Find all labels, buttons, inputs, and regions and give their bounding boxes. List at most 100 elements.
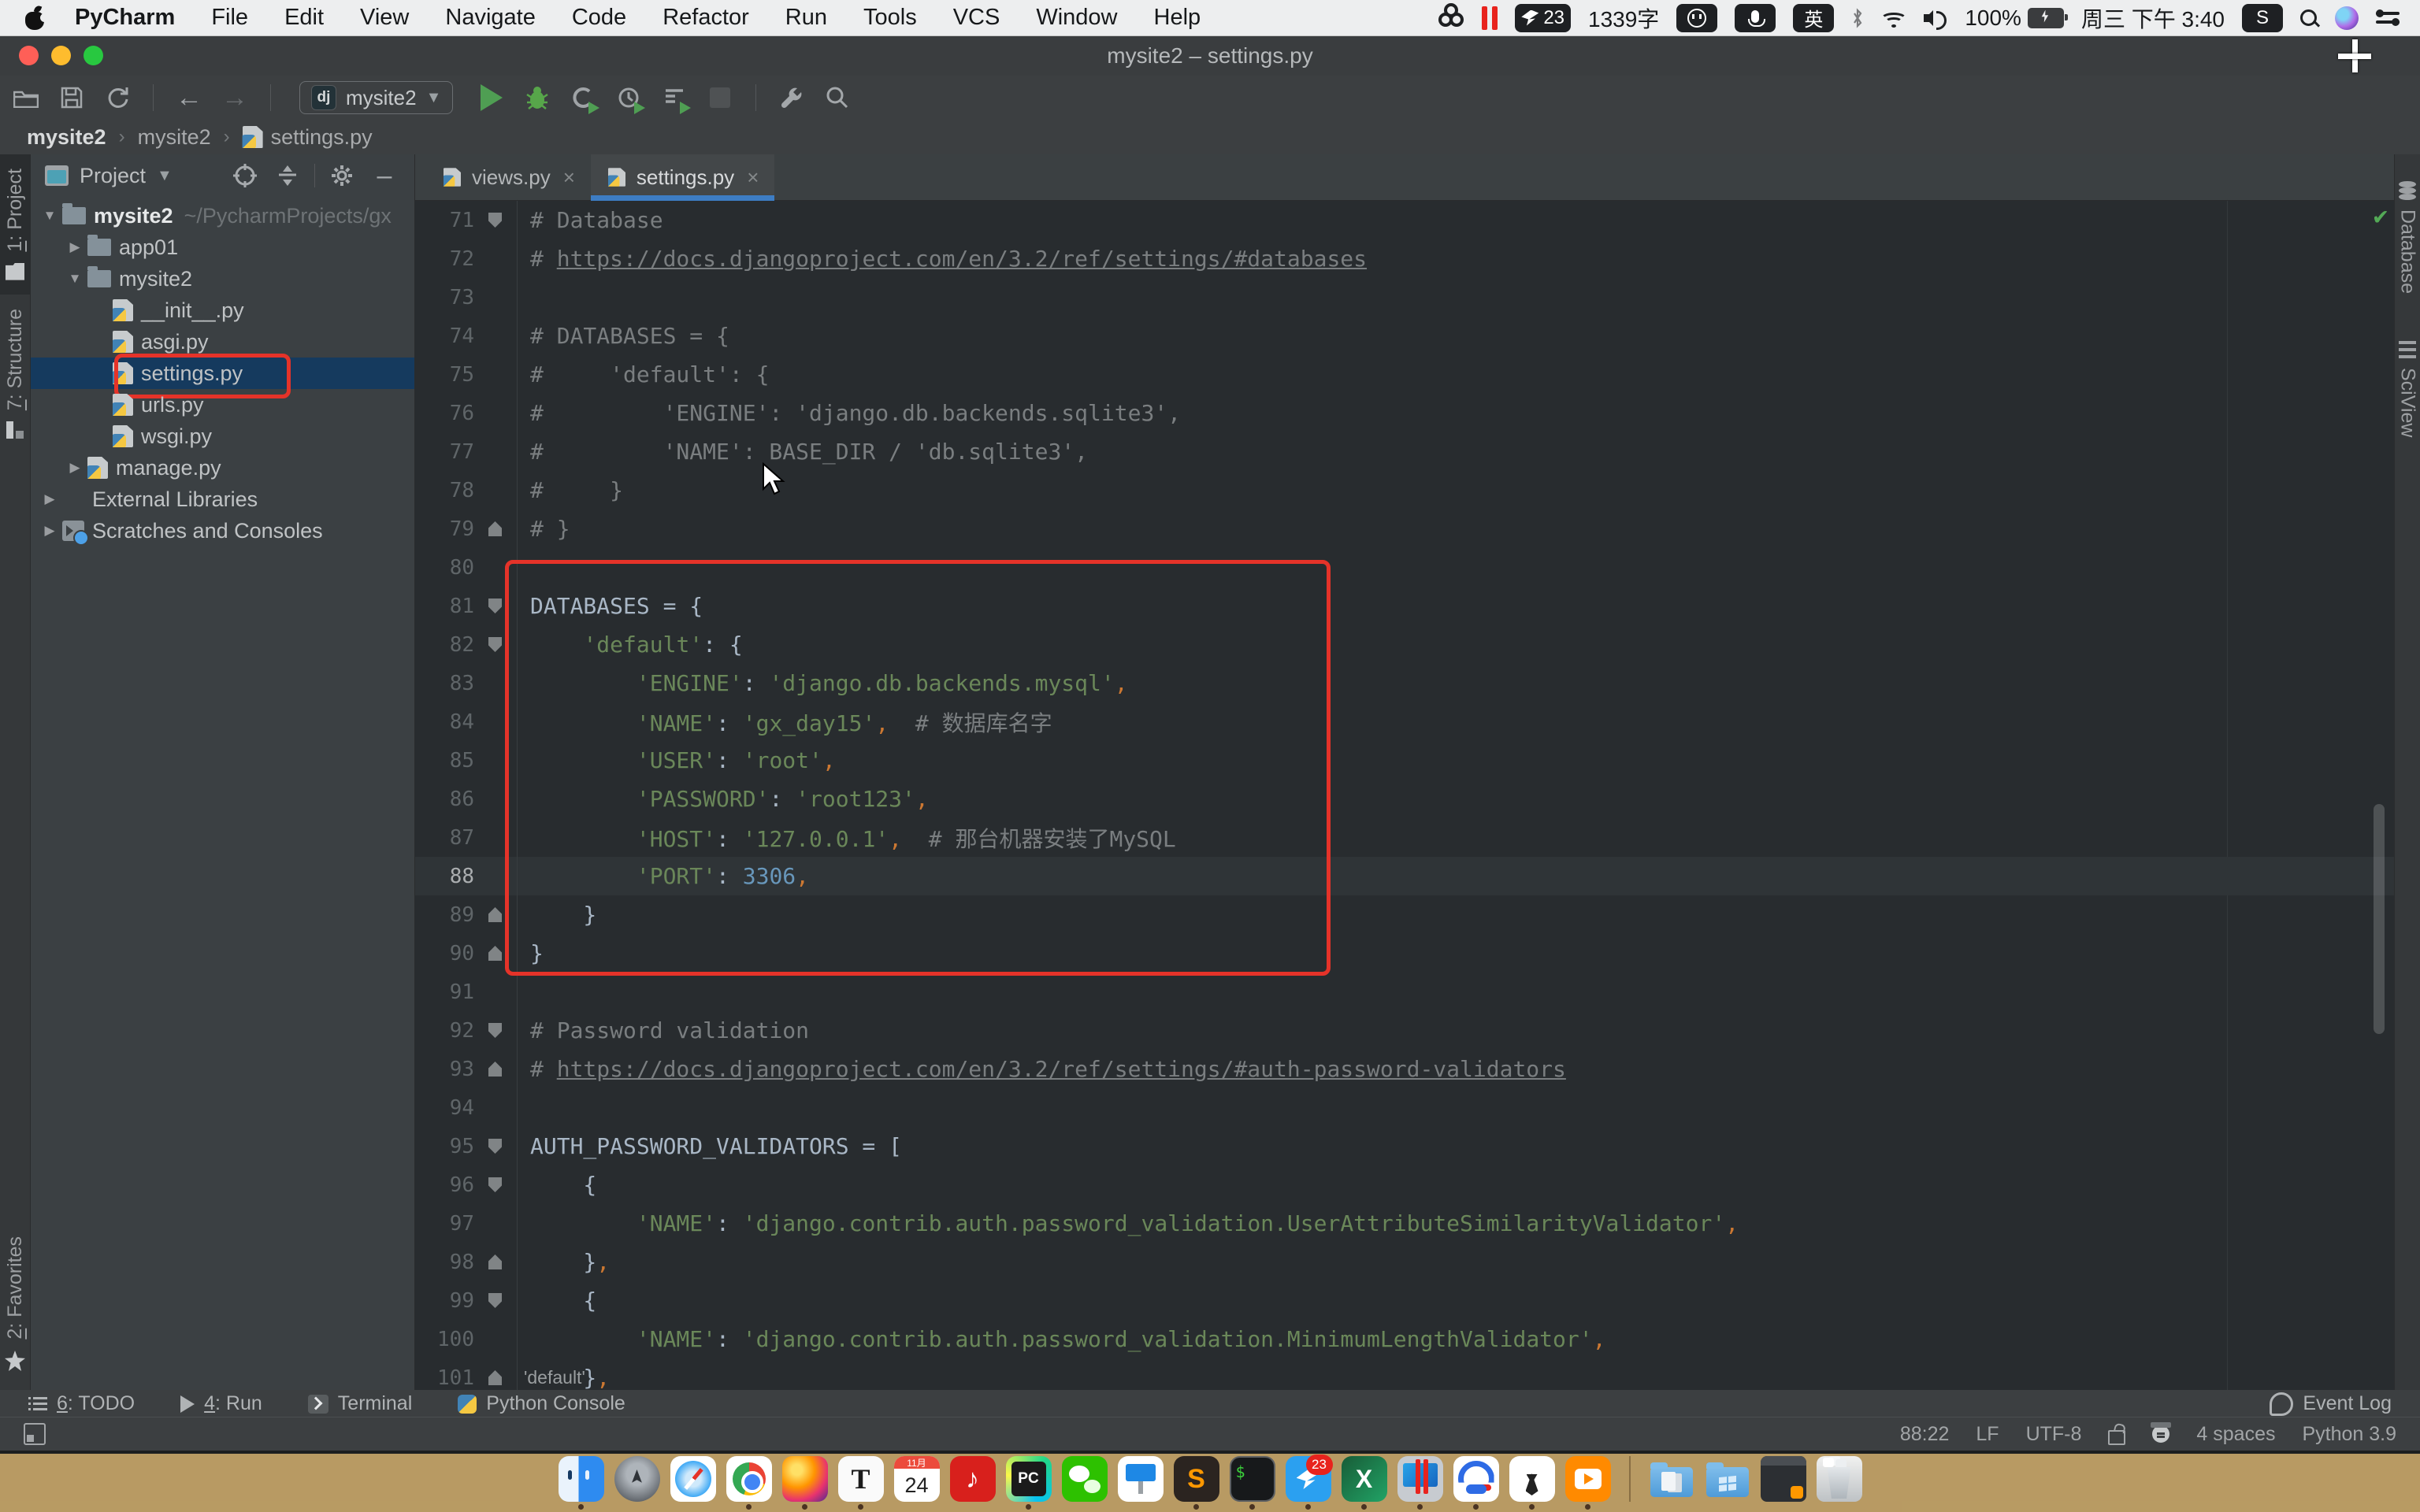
- caret-position[interactable]: 88:22: [1900, 1423, 1950, 1446]
- fold-end-icon[interactable]: [488, 1370, 502, 1385]
- tool-strip-button-structure[interactable]: 7: Structure: [0, 295, 30, 453]
- tree-row-wsgi-py[interactable]: wsgi.py: [31, 421, 414, 452]
- code-line[interactable]: 90}: [415, 934, 2394, 973]
- code-line[interactable]: 72# https://docs.djangoproject.com/en/3.…: [415, 239, 2394, 278]
- chevron-down-icon[interactable]: ▼: [157, 167, 173, 185]
- file-encoding[interactable]: UTF-8: [2026, 1423, 2082, 1446]
- tree-row-settings-py[interactable]: settings.py: [31, 358, 414, 389]
- unlock-icon[interactable]: [2108, 1430, 2125, 1445]
- tree-row---init---py[interactable]: __init__.py: [31, 295, 414, 326]
- chevron-down-icon[interactable]: ▼: [37, 208, 62, 224]
- tool-strip-button-database[interactable]: Database: [2396, 181, 2419, 294]
- breadcrumb-item[interactable]: mysite2: [138, 125, 211, 150]
- dock-item-parallels-desktop[interactable]: [1397, 1456, 1443, 1510]
- hide-panel-icon[interactable]: –: [369, 161, 400, 190]
- menu-item-code[interactable]: Code: [554, 5, 644, 31]
- menu-item-view[interactable]: View: [342, 5, 427, 31]
- code-line[interactable]: 77# 'NAME': BASE_DIR / 'db.sqlite3',: [415, 432, 2394, 471]
- run-configuration-select[interactable]: dj mysite2 ▼: [299, 81, 453, 114]
- code-line[interactable]: 83 'ENGINE': 'django.db.backends.mysql',: [415, 664, 2394, 702]
- fold-start-icon[interactable]: [488, 213, 502, 228]
- code-line[interactable]: 100 'NAME': 'django.contrib.auth.passwor…: [415, 1320, 2394, 1358]
- code-line[interactable]: 94: [415, 1088, 2394, 1127]
- dock-item-finder[interactable]: [559, 1456, 604, 1510]
- code-line[interactable]: 101 },: [415, 1358, 2394, 1390]
- code-line[interactable]: 93# https://docs.djangoproject.com/en/3.…: [415, 1050, 2394, 1088]
- tab-settings-py[interactable]: settings.py×: [591, 154, 774, 200]
- code-line[interactable]: 81DATABASES = {: [415, 587, 2394, 625]
- dictation-icon[interactable]: [1735, 4, 1776, 32]
- tool-strip-button-project[interactable]: 1: Project: [0, 154, 30, 295]
- menu-item-tools[interactable]: Tools: [845, 5, 935, 31]
- app-trefoil-icon[interactable]: [1438, 2, 1464, 33]
- menu-item-vcs[interactable]: VCS: [935, 5, 1019, 31]
- close-icon[interactable]: ×: [563, 165, 575, 190]
- bluetooth-icon[interactable]: [1851, 7, 1864, 29]
- menu-item-refactor[interactable]: Refactor: [644, 5, 767, 31]
- tree-row-manage-py[interactable]: ▶manage.py: [31, 452, 414, 484]
- dock-item-baidu-netdisk[interactable]: [1453, 1456, 1499, 1510]
- code-line[interactable]: 82 'default': {: [415, 625, 2394, 664]
- fold-end-icon[interactable]: [488, 521, 502, 536]
- dock-item-trash[interactable]: [1817, 1456, 1862, 1510]
- code-line[interactable]: 76# 'ENGINE': 'django.db.backends.sqlite…: [415, 394, 2394, 432]
- search-everywhere-icon[interactable]: [824, 84, 851, 111]
- tree-row-scratches-and-consoles[interactable]: ▶Scratches and Consoles: [31, 515, 414, 547]
- code-line[interactable]: 71# Database: [415, 201, 2394, 239]
- tree-row-mysite2[interactable]: ▼mysite2~/PycharmProjects/gx: [31, 200, 414, 232]
- run-dashboard-button[interactable]: [661, 84, 688, 111]
- code-line[interactable]: 87 'HOST': '127.0.0.1', # 那台机器安装了MySQL: [415, 818, 2394, 857]
- hide-tool-windows-icon[interactable]: [24, 1423, 46, 1445]
- dock-item-tv-app[interactable]: [1565, 1456, 1611, 1510]
- shottr-menubar-icon[interactable]: S: [2242, 4, 2283, 32]
- tree-row-asgi-py[interactable]: asgi.py: [31, 326, 414, 358]
- control-center-icon[interactable]: [2376, 12, 2400, 24]
- dock-item-typora[interactable]: T: [838, 1456, 884, 1510]
- fold-start-icon[interactable]: [488, 1139, 502, 1154]
- breadcrumb-item[interactable]: mysite2: [27, 125, 106, 150]
- dock-item-folder-windows[interactable]: [1705, 1456, 1750, 1510]
- chevron-right-icon[interactable]: ▶: [37, 523, 62, 539]
- dock-item-tie-app[interactable]: [1509, 1456, 1555, 1510]
- code-line[interactable]: 78# }: [415, 471, 2394, 510]
- menubar-clock[interactable]: 周三 下午 3:40: [2081, 2, 2225, 34]
- fold-start-icon[interactable]: [488, 637, 502, 652]
- toolwindow-button-todo[interactable]: 6: TODO: [28, 1392, 135, 1415]
- code-line[interactable]: 97 'NAME': 'django.contrib.auth.password…: [415, 1204, 2394, 1243]
- apple-menu-icon[interactable]: [25, 6, 46, 30]
- fold-start-icon[interactable]: [488, 1023, 502, 1038]
- dock-item-pycharm[interactable]: PC: [1006, 1456, 1052, 1510]
- wrench-icon[interactable]: [778, 84, 805, 111]
- dock-item-dingtalk[interactable]: 23: [1286, 1456, 1331, 1510]
- fold-end-icon[interactable]: [488, 1062, 502, 1077]
- dock-item-firefox[interactable]: [782, 1456, 828, 1510]
- toolwindow-button-terminal[interactable]: Terminal: [308, 1392, 412, 1415]
- code-line[interactable]: 86 'PASSWORD': 'root123',: [415, 780, 2394, 818]
- code-line[interactable]: 74# DATABASES = {: [415, 317, 2394, 355]
- dock-item-chrome[interactable]: [726, 1456, 772, 1510]
- debug-button[interactable]: [524, 84, 551, 111]
- code-line[interactable]: 73: [415, 278, 2394, 317]
- chevron-right-icon[interactable]: ▶: [62, 239, 87, 255]
- wifi-icon[interactable]: [1881, 9, 1906, 28]
- sync-icon[interactable]: [104, 84, 131, 111]
- code-line[interactable]: 88 'PORT': 3306,: [415, 857, 2394, 895]
- code-editor[interactable]: 71# Database72# https://docs.djangoproje…: [415, 201, 2394, 1390]
- code-line[interactable]: 85 'USER': 'root',: [415, 741, 2394, 780]
- editor-scrollbar[interactable]: [2374, 804, 2385, 1034]
- toolwindow-button-python-console[interactable]: Python Console: [458, 1392, 625, 1415]
- chevron-right-icon[interactable]: ▶: [62, 460, 87, 476]
- stop-button[interactable]: [707, 84, 733, 111]
- dingtalk-menubar-badge[interactable]: 23: [1515, 4, 1571, 32]
- open-folder-icon[interactable]: [13, 84, 39, 111]
- emoji-input-icon[interactable]: [1676, 4, 1717, 32]
- event-log-button[interactable]: Event Log: [2270, 1392, 2392, 1416]
- menu-item-pycharm[interactable]: PyCharm: [57, 5, 193, 31]
- battery-indicator[interactable]: 100%: [1965, 6, 2064, 31]
- tree-row-mysite2[interactable]: ▼mysite2: [31, 263, 414, 295]
- run-button[interactable]: [478, 84, 505, 111]
- input-language-switcher[interactable]: 英: [1793, 4, 1834, 32]
- run-with-coverage-button[interactable]: [570, 84, 596, 111]
- tree-row-app01[interactable]: ▶app01: [31, 232, 414, 263]
- code-line[interactable]: 80: [415, 548, 2394, 587]
